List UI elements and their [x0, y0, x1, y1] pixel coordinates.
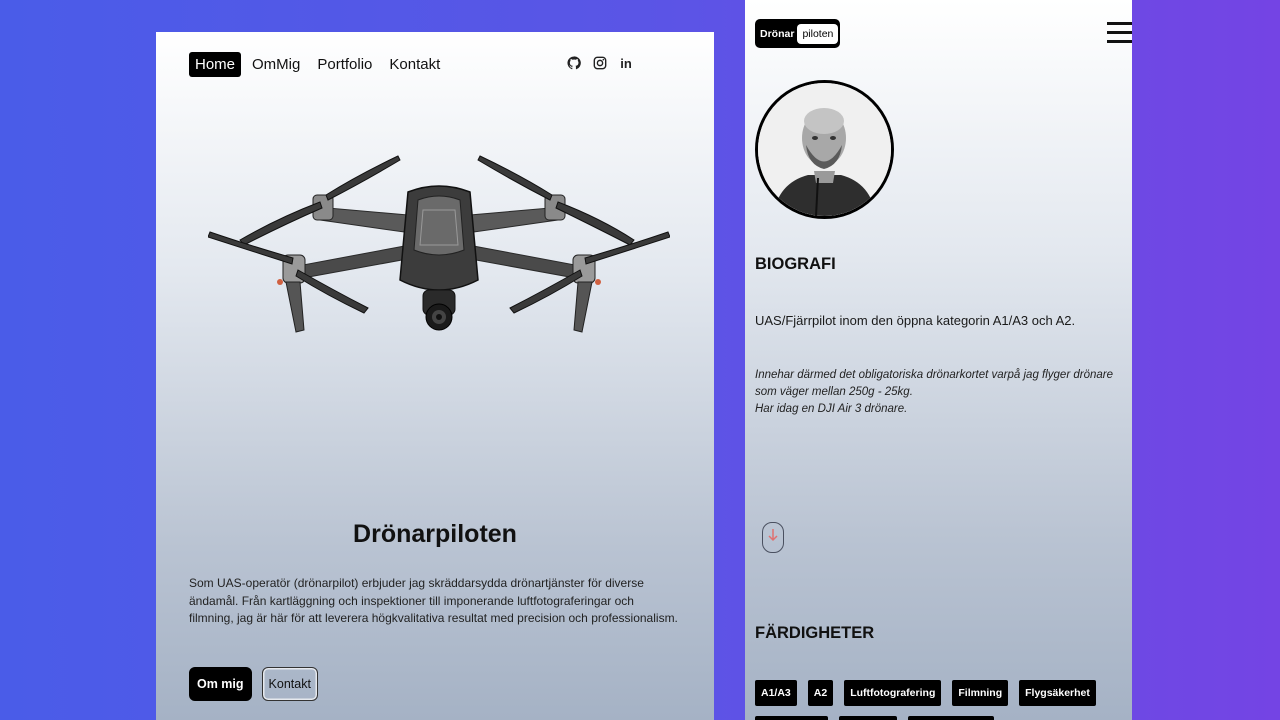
kontakt-button[interactable]: Kontakt [261, 667, 318, 701]
skill-tag: Flygsäkerhet [1019, 680, 1096, 706]
biography-title: BIOGRAFI [755, 255, 836, 273]
main-nav: Home OmMig Portfolio Kontakt [189, 52, 451, 77]
github-icon[interactable] [567, 56, 581, 70]
skill-tag: A2 [807, 680, 834, 706]
om-mig-button[interactable]: Om mig [189, 667, 252, 701]
logo-part-2: piloten [797, 23, 839, 44]
skill-tag: Luftfotografering [844, 680, 942, 706]
nav-ommig[interactable]: OmMig [246, 52, 306, 77]
hero-buttons: Om mig Kontakt [189, 667, 318, 701]
skill-tag: A1/A3 [755, 680, 797, 706]
hamburger-menu-icon[interactable] [1107, 22, 1132, 44]
bio-italic-line-1: Innehar därmed det obligatoriska drönark… [755, 369, 1113, 398]
bio-main-text: UAS/Fjärrpilot inom den öppna kategorin … [755, 313, 1076, 328]
nav-portfolio[interactable]: Portfolio [311, 52, 378, 77]
instagram-icon[interactable] [593, 56, 607, 70]
arrow-down-icon [768, 528, 778, 547]
logo-part-1: Drönar [760, 27, 795, 40]
skills-title: FÄRDIGHETER [755, 624, 875, 642]
linkedin-icon[interactable]: in [619, 56, 633, 71]
hero-description: Som UAS-operatör (drönarpilot) erbjuder … [189, 576, 678, 625]
mobile-preview-panel: Drönar piloten BIOGRAFI UAS/Fjärrpilot i… [745, 0, 1132, 720]
drone-illustration [208, 155, 670, 333]
nav-home[interactable]: Home [189, 52, 242, 77]
hero-title: Drönarpiloten [353, 520, 517, 548]
skill-tag: Filmning [952, 680, 1009, 706]
skills-list: A1/A3 A2 Luftfotografering Filmning Flyg… [755, 680, 1096, 706]
desktop-preview-panel: Home OmMig Portfolio Kontakt in Drönarpi… [156, 32, 714, 720]
scroll-down-button[interactable] [762, 522, 784, 553]
avatar [755, 80, 894, 219]
site-logo[interactable]: Drönar piloten [755, 19, 841, 48]
skills-list-row-2 [755, 716, 994, 720]
social-links: in [567, 56, 633, 71]
nav-kontakt[interactable]: Kontakt [383, 52, 446, 77]
bio-italic-line-2: Har idag en DJI Air 3 drönare. [755, 403, 908, 415]
bio-italic-text: Innehar därmed det obligatoriska drönark… [755, 367, 1115, 418]
